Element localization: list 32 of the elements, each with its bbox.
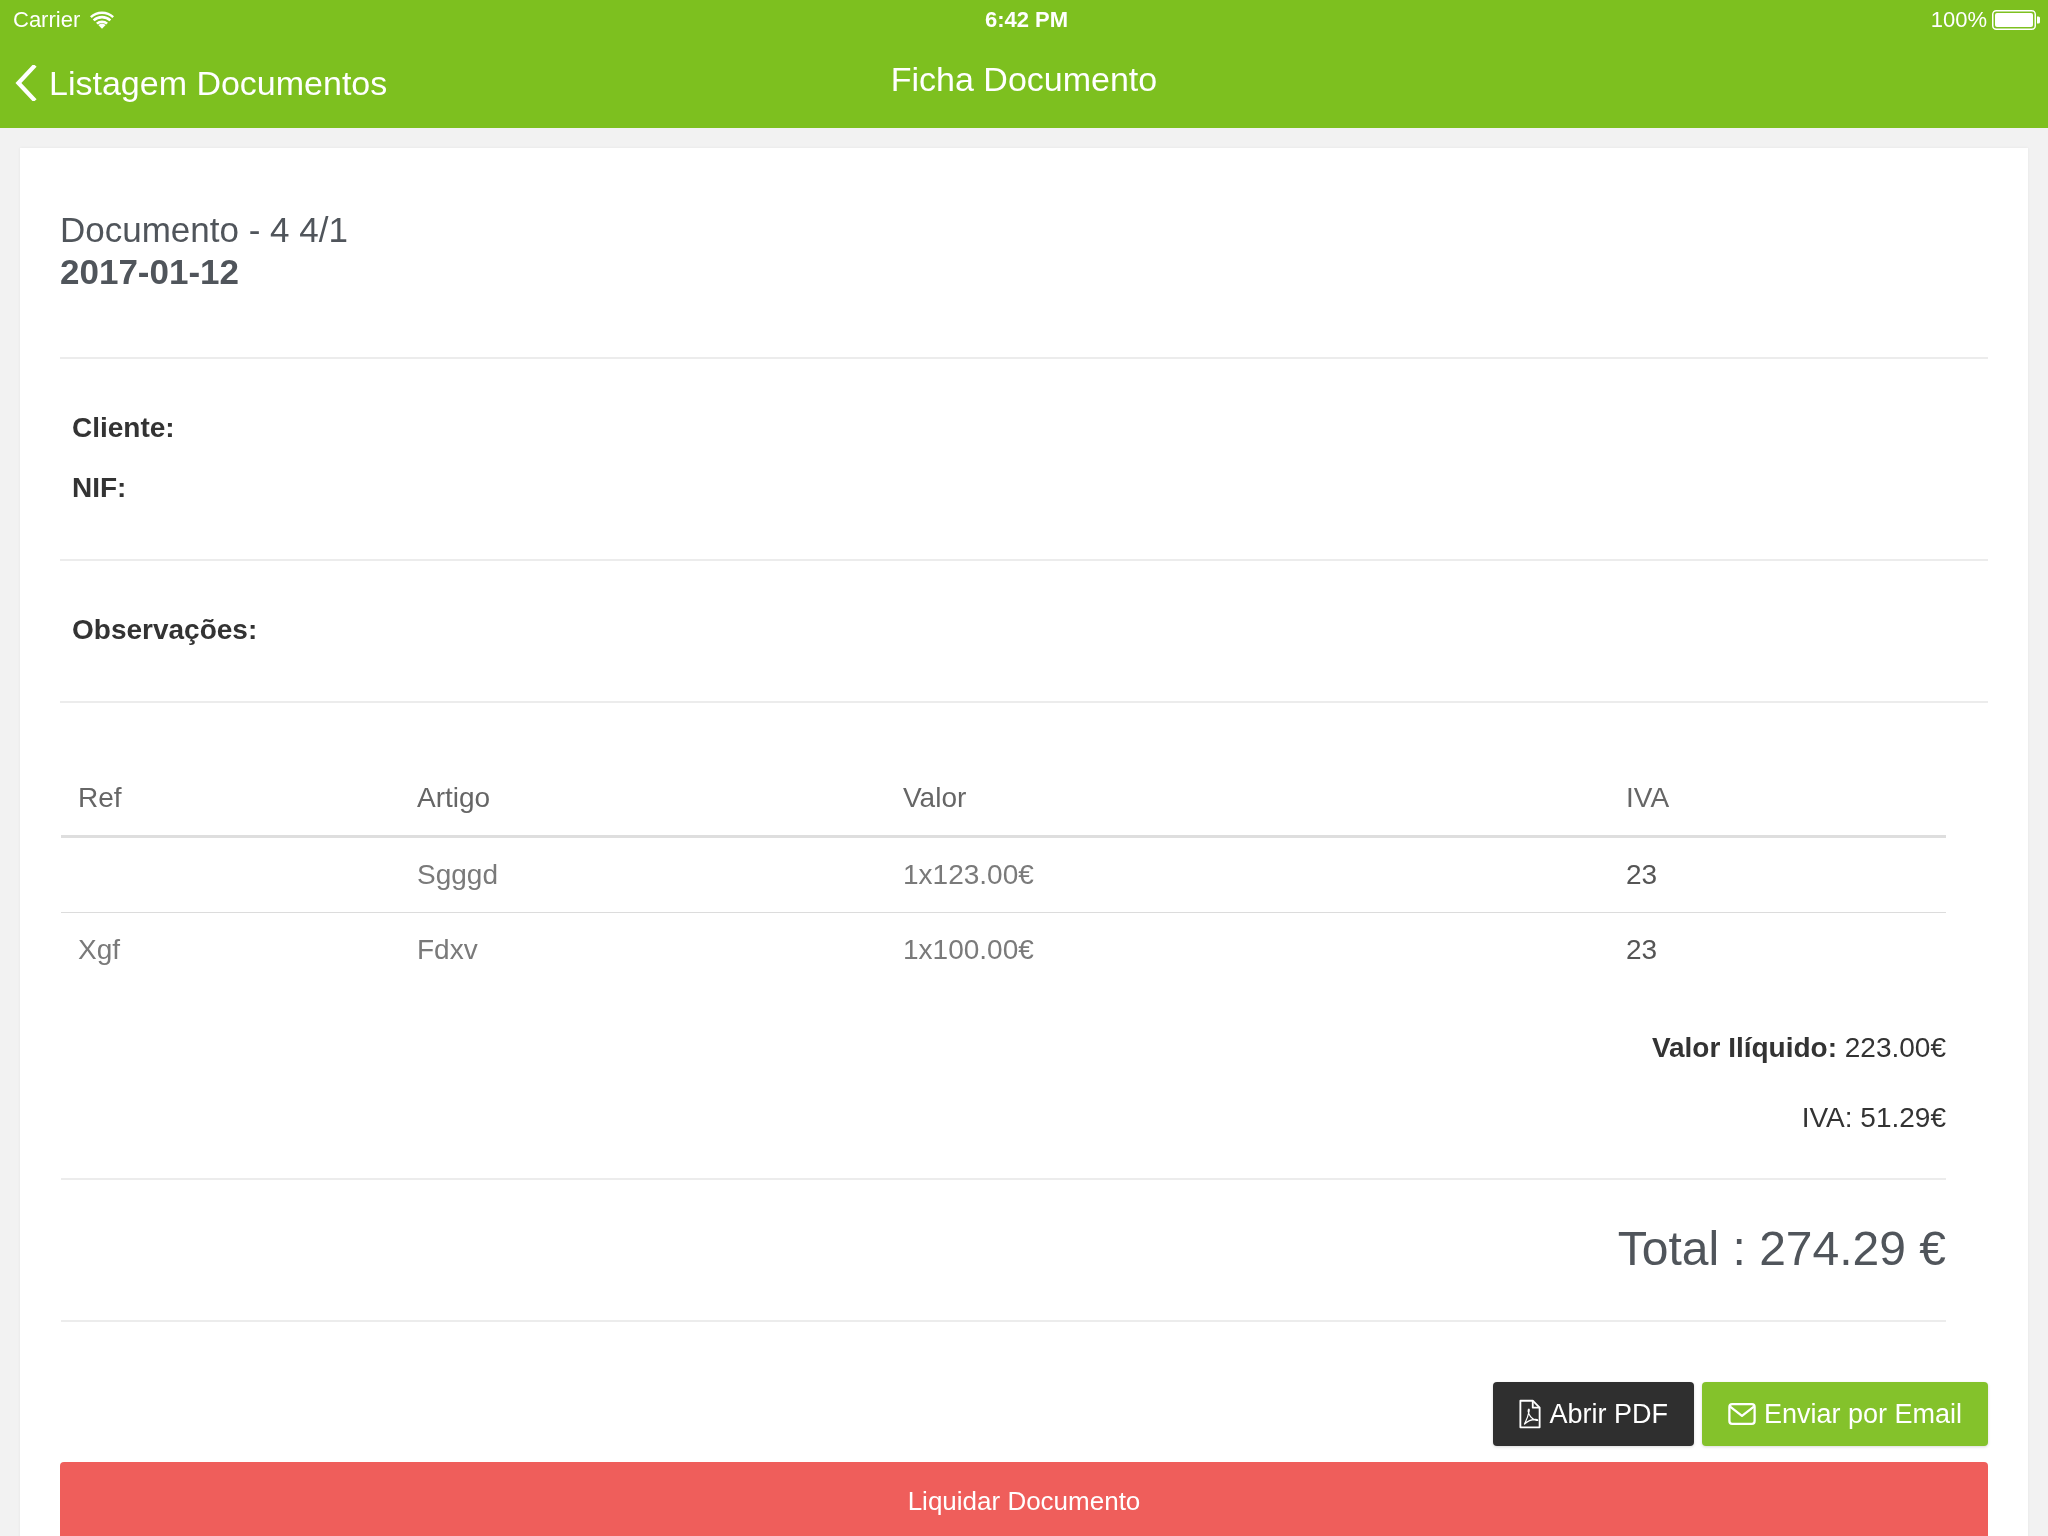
back-button[interactable]: Listagem Documentos <box>0 62 388 104</box>
field-label: Cliente: <box>72 411 176 445</box>
table-cell: 23 <box>1609 836 1946 913</box>
total-amount: Total : 274.29 € <box>1617 1221 1946 1277</box>
envelope-icon <box>1727 1403 1756 1425</box>
column-header: Artigo <box>400 761 886 837</box>
field-label: Observações: <box>72 613 259 647</box>
table-cell: Sgggd <box>400 836 886 913</box>
document-date: 2017-01-12 <box>60 251 241 293</box>
battery-icon <box>1992 10 2040 30</box>
carrier-label: Carrier <box>13 7 81 33</box>
field-label: NIF: <box>72 471 128 505</box>
chevron-left-icon <box>15 65 37 101</box>
wifi-icon <box>90 11 115 29</box>
battery-percentage: 100% <box>1930 7 1987 33</box>
table-cell: Xgf <box>61 912 400 987</box>
pdf-button[interactable]: Abrir PDF <box>1493 1382 1694 1446</box>
column-header: Valor <box>886 761 1609 837</box>
email-button[interactable]: Enviar por Email <box>1701 1382 1988 1446</box>
summary-line: IVA: 51.29€ <box>1801 1101 1946 1135</box>
status-time: 6:42 PM <box>984 7 1069 33</box>
table-cell: Fdxv <box>400 912 886 987</box>
column-header: IVA <box>1609 761 1946 837</box>
table-cell: 23 <box>1609 912 1946 987</box>
column-header: Ref <box>61 761 400 837</box>
settle-document-button[interactable]: Liquidar Documento <box>60 1462 1988 1536</box>
pdf-file-icon <box>1519 1399 1542 1429</box>
table-cell: 1x100.00€ <box>886 912 1609 987</box>
summary-line: Valor Ilíquido: 223.00€ <box>1651 1031 1946 1065</box>
screen-title: Ficha Documento <box>890 59 1158 100</box>
document-title: Documento - 4 4/1 <box>60 209 349 251</box>
table-cell: 1x123.00€ <box>886 836 1609 913</box>
